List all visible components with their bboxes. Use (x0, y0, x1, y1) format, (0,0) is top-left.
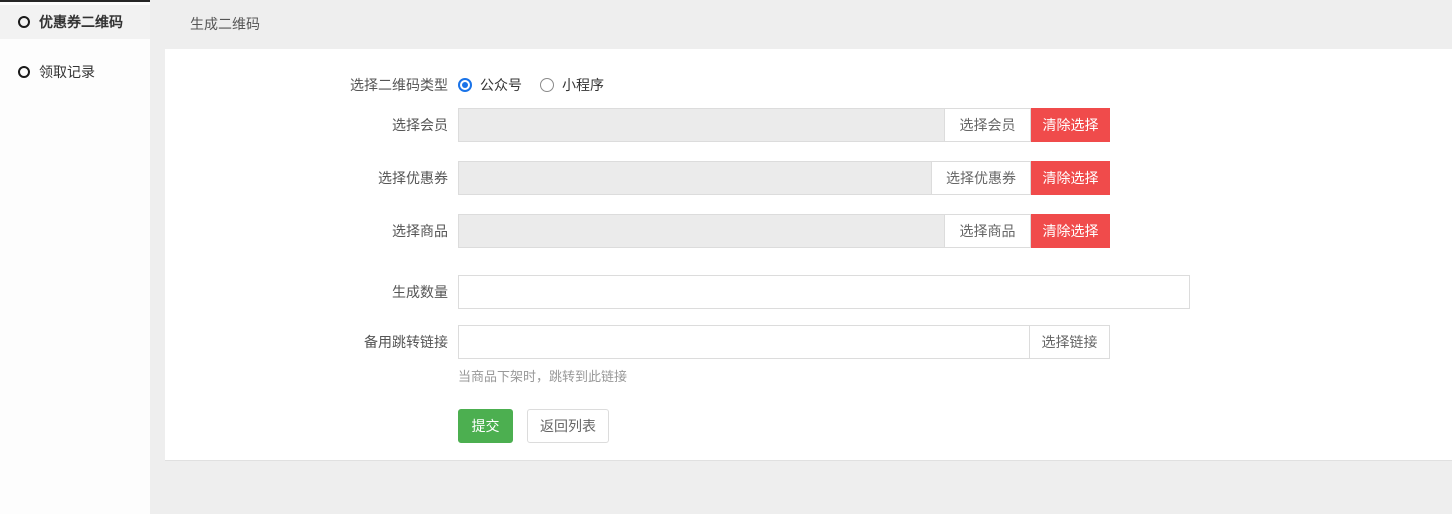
select-coupon-button[interactable]: 选择优惠券 (931, 161, 1031, 195)
radio-checked-icon (458, 78, 472, 92)
quantity-input[interactable] (458, 275, 1190, 309)
fallback-link-label: 备用跳转链接 (165, 325, 458, 359)
sidebar-item-coupon-qrcode[interactable]: 优惠券二维码 (0, 5, 150, 39)
form-actions: 提交 返回列表 (458, 409, 1452, 443)
select-member-button[interactable]: 选择会员 (944, 108, 1031, 142)
form-row-coupon: 选择优惠券 选择优惠券 清除选择 (165, 161, 1452, 195)
fallback-link-field: 选择链接 当商品下架时，跳转到此链接 (458, 325, 1110, 385)
circle-icon (18, 66, 30, 78)
qr-type-label: 选择二维码类型 (165, 73, 458, 97)
fallback-link-help-text: 当商品下架时，跳转到此链接 (458, 369, 1110, 385)
form-row-quantity: 生成数量 (165, 275, 1452, 309)
radio-mini-program[interactable]: 小程序 (540, 75, 604, 95)
sidebar-item-label: 领取记录 (39, 62, 95, 82)
sidebar-item-claim-records[interactable]: 领取记录 (0, 55, 150, 89)
page-title: 生成二维码 (190, 16, 260, 32)
goods-label: 选择商品 (165, 214, 458, 248)
member-label: 选择会员 (165, 108, 458, 142)
member-input-group: 选择会员 清除选择 (458, 108, 1110, 142)
select-goods-button[interactable]: 选择商品 (944, 214, 1031, 248)
fallback-link-input[interactable] (458, 325, 1030, 359)
form-panel: 选择二维码类型 公众号 小程序 选择会员 选择会员 清除选择 选择优惠 (165, 49, 1452, 461)
form-row-goods: 选择商品 选择商品 清除选择 (165, 214, 1452, 248)
submit-button[interactable]: 提交 (458, 409, 513, 443)
goods-input (458, 214, 945, 248)
quantity-label: 生成数量 (165, 275, 458, 309)
sidebar-top-divider (0, 0, 150, 2)
radio-official-account[interactable]: 公众号 (458, 75, 522, 95)
form-row-member: 选择会员 选择会员 清除选择 (165, 108, 1452, 142)
member-input (458, 108, 945, 142)
coupon-label: 选择优惠券 (165, 161, 458, 195)
clear-member-button[interactable]: 清除选择 (1031, 108, 1110, 142)
sidebar-item-label: 优惠券二维码 (39, 12, 123, 32)
goods-input-group: 选择商品 清除选择 (458, 214, 1110, 248)
radio-label: 小程序 (562, 75, 604, 95)
coupon-input-group: 选择优惠券 清除选择 (458, 161, 1110, 195)
form-row-fallback-link: 备用跳转链接 选择链接 当商品下架时，跳转到此链接 (165, 325, 1452, 385)
coupon-input (458, 161, 932, 195)
form-row-qr-type: 选择二维码类型 公众号 小程序 (165, 73, 1452, 97)
clear-coupon-button[interactable]: 清除选择 (1031, 161, 1110, 195)
quantity-input-group (458, 275, 1190, 309)
circle-icon (18, 16, 30, 28)
back-to-list-button[interactable]: 返回列表 (527, 409, 609, 443)
qr-type-radio-group: 公众号 小程序 (458, 73, 604, 97)
main-area: 生成二维码 选择二维码类型 公众号 小程序 选择会员 选择会员 清除选择 (150, 0, 1452, 514)
select-link-button[interactable]: 选择链接 (1029, 325, 1110, 359)
fallback-link-input-group: 选择链接 (458, 325, 1110, 359)
radio-unchecked-icon (540, 78, 554, 92)
radio-label: 公众号 (480, 75, 522, 95)
sidebar: 优惠券二维码 领取记录 (0, 0, 150, 514)
clear-goods-button[interactable]: 清除选择 (1031, 214, 1110, 248)
page-header: 生成二维码 (150, 0, 1452, 49)
